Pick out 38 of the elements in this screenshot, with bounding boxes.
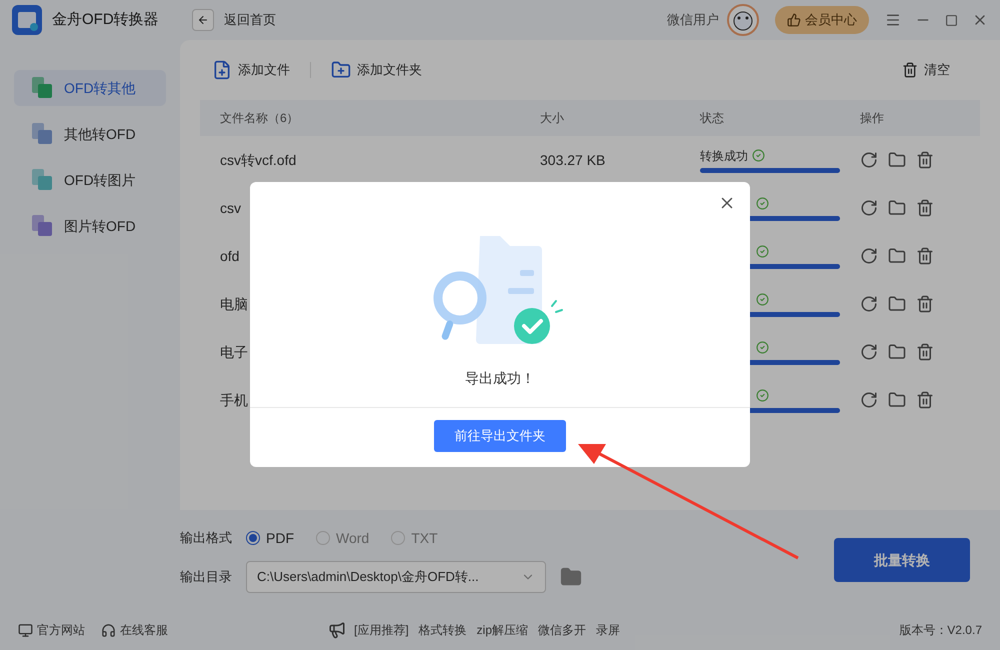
file-name: csv转vcf.ofd (220, 152, 296, 168)
format-radio[interactable]: PDF (246, 528, 294, 548)
column-header: 操作 (860, 111, 884, 125)
clear-button[interactable]: 清空 (902, 60, 950, 80)
file-size: 303.27 KB (540, 152, 606, 168)
app-link[interactable]: 微信多开 (538, 621, 586, 639)
dir-field[interactable]: C:\Users\admin\Desktop\金舟OFD转... (246, 560, 546, 592)
add-folder-button[interactable]: 添加文件夹 (331, 60, 422, 80)
column-header: 状态 (700, 111, 724, 125)
back-link[interactable]: 返回首页 (224, 10, 276, 30)
file-name: csv (220, 200, 241, 216)
app-title: 金舟OFD转换器 (52, 10, 160, 30)
app-link[interactable]: 录屏 (596, 621, 620, 639)
convert-button[interactable]: 批量转换 (834, 538, 970, 582)
app-link[interactable]: zip解压缩 (476, 621, 528, 639)
app-link[interactable]: 格式转换 (418, 621, 467, 639)
file-name: ofd (220, 248, 240, 264)
dir-label: 输出目录 (180, 568, 232, 586)
add-file-button[interactable]: 添加文件 (212, 60, 290, 80)
open-folder-button[interactable]: 前往导出文件夹 (434, 420, 566, 452)
sidebar-item[interactable]: 图片转OFD (14, 208, 166, 244)
version-text: 版本号：V2.0.7 (899, 622, 982, 639)
file-name: 电子 (220, 344, 248, 360)
sidebar-item[interactable]: OFD转图片 (14, 162, 166, 198)
file-name: 电脑 (220, 296, 248, 312)
sidebar-item[interactable]: 其他转OFD (14, 116, 166, 152)
format-label: 输出格式 (180, 529, 232, 548)
service-link[interactable]: 在线客服 (101, 621, 168, 639)
vip-button[interactable]: 会员中心 (775, 6, 869, 34)
file-name: 手机 (220, 392, 248, 408)
column-header: 大小 (540, 111, 564, 125)
recommend-label: [应用推荐] (354, 622, 409, 639)
user-name: 微信用户 (667, 11, 719, 30)
status-text: 转换成功 (700, 148, 748, 164)
website-link[interactable]: 官方网站 (18, 621, 85, 639)
column-header: 文件名称（6） (220, 111, 299, 125)
sidebar-item[interactable]: OFD转其他 (14, 70, 166, 106)
success-message: 导出成功！ (465, 369, 535, 388)
